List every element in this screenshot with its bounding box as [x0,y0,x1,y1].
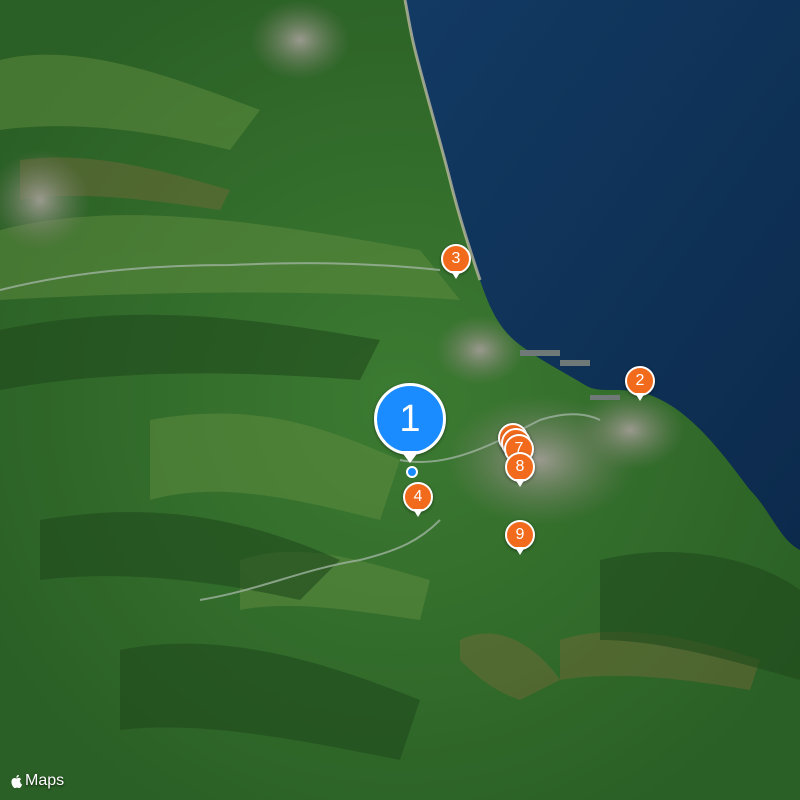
map-pin-2[interactable]: 2 [625,366,655,401]
current-location-dot [406,466,418,478]
map-pin-1[interactable]: 1 [374,383,446,463]
map-pin-4[interactable]: 4 [403,482,433,517]
map-pin-9[interactable]: 9 [505,520,535,555]
pin-9-label: 9 [505,520,535,550]
pin-3-tail [451,271,461,279]
apple-logo-icon [11,774,22,788]
pin-2-label: 2 [625,366,655,396]
maps-attribution[interactable]: Maps [10,772,64,790]
map-pin-8[interactable]: 8 [505,452,535,487]
map-view[interactable]: 1 2 3 4 7 8 9 Maps [0,0,800,800]
pin-4-label: 4 [403,482,433,512]
pin-2-tail [635,393,645,401]
pin-1-label: 1 [374,383,446,455]
pin-4-tail [413,509,423,517]
map-pin-3[interactable]: 3 [441,244,471,279]
pin-8-tail [515,479,525,487]
attribution-label: Maps [25,772,65,789]
pin-3-label: 3 [441,244,471,274]
pin-9-tail [515,547,525,555]
pin-1-tail [401,451,419,463]
pin-8-label: 8 [505,452,535,482]
